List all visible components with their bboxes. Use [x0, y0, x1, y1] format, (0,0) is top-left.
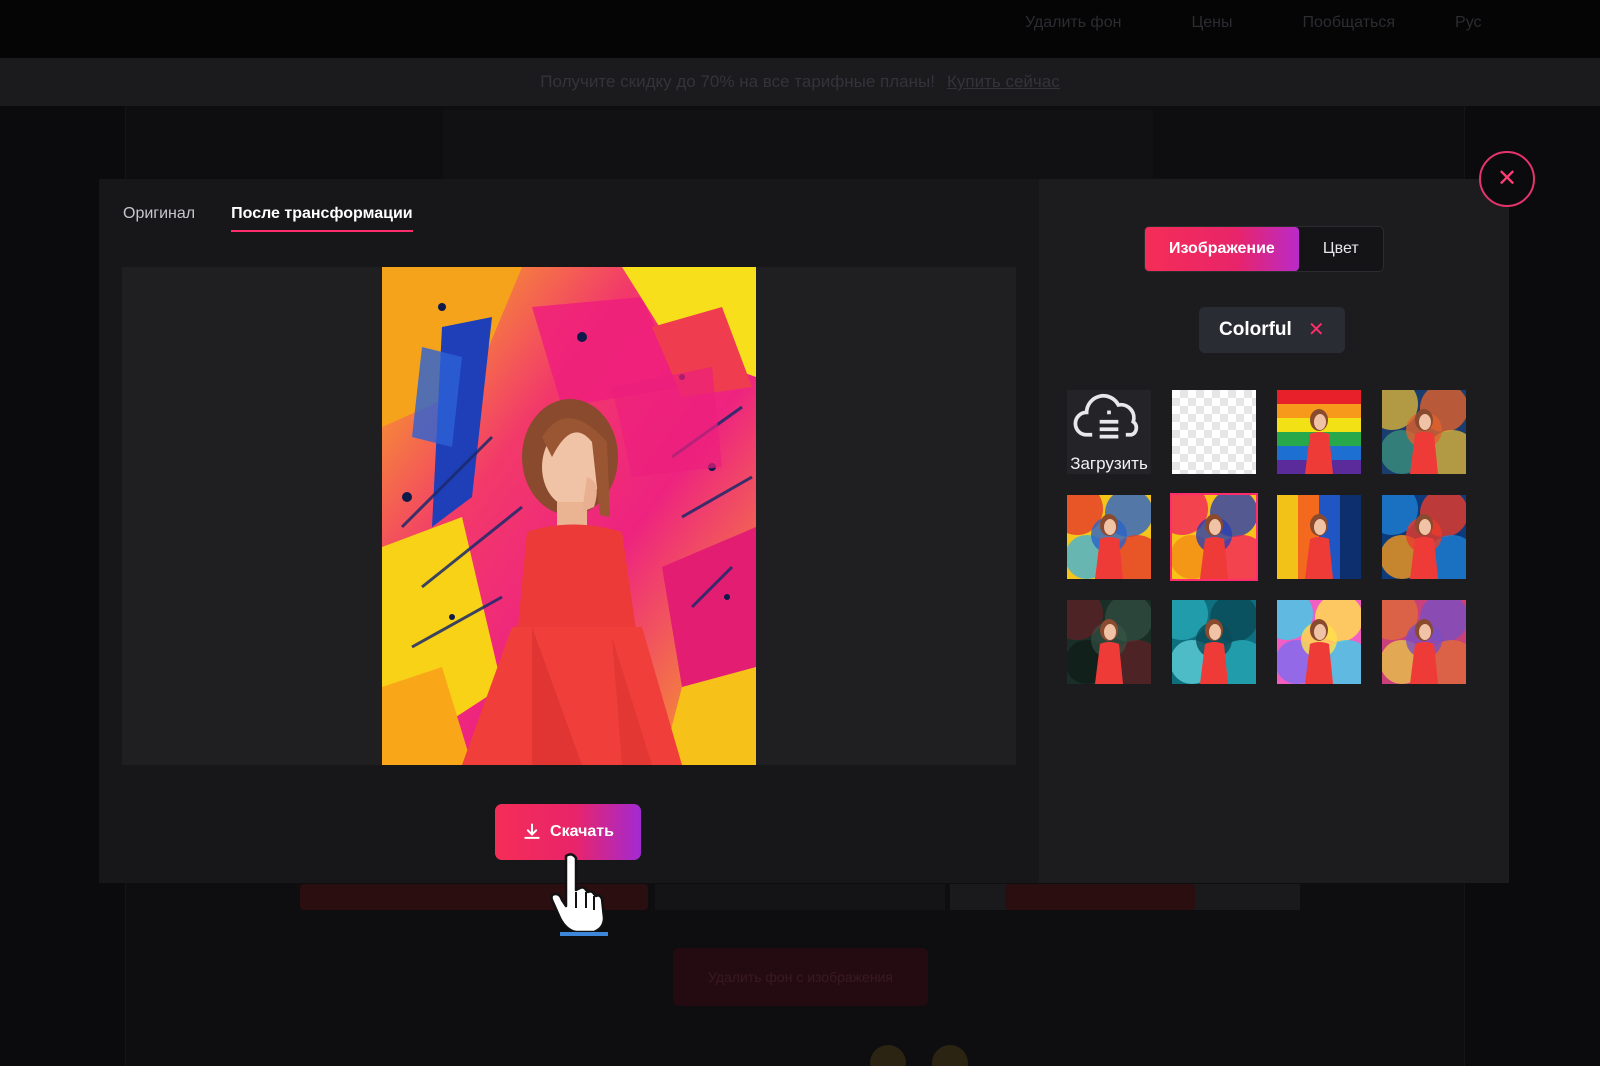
background-thumbnails-grid: Загрузить [1067, 390, 1466, 684]
close-icon: ✕ [1496, 165, 1518, 192]
background-thumbnail[interactable] [1172, 600, 1256, 684]
preview-canvas [122, 267, 1016, 765]
result-modal: Оригинал После трансформации Скачать Изо… [99, 179, 1509, 883]
background-thumbnail[interactable] [1067, 600, 1151, 684]
promo-text: Получите скидку до 70% на все тарифные п… [540, 72, 935, 91]
preview-panel: Оригинал После трансформации Скачать [99, 179, 1039, 883]
thumb-transparent[interactable] [1172, 390, 1256, 474]
background-thumbnail[interactable] [1382, 390, 1466, 474]
background-thumbnail[interactable] [1382, 495, 1466, 579]
bg-nav-item: Удалить фон [1025, 14, 1122, 31]
close-icon[interactable]: ✕ [1308, 320, 1325, 340]
background-thumbnail[interactable] [1277, 600, 1361, 684]
background-strip [655, 884, 945, 910]
filter-chip-label: Colorful [1219, 319, 1292, 340]
bg-nav-item: Пообщаться [1302, 14, 1396, 31]
background-options-panel: Изображение Цвет Colorful ✕ Загрузить [1039, 179, 1509, 883]
download-icon [524, 823, 540, 839]
background-dots [870, 1045, 968, 1066]
segment-image[interactable]: Изображение [1145, 227, 1299, 271]
category-filter-chip: Colorful ✕ [1199, 307, 1345, 353]
background-thumbnail[interactable] [1382, 600, 1466, 684]
close-modal-button[interactable]: ✕ [1479, 151, 1535, 207]
download-button[interactable]: Скачать [495, 804, 641, 860]
background-upload-card [443, 110, 1153, 180]
bg-nav-language: Рус [1455, 14, 1482, 31]
background-thumbnail[interactable] [1277, 495, 1361, 579]
segment-color[interactable]: Цвет [1299, 227, 1383, 271]
background-cta: Удалить фон с изображения [673, 948, 928, 1006]
upload-label: Загрузить [1070, 454, 1148, 473]
background-strip [950, 884, 1300, 910]
tab-after-transformation[interactable]: После трансформации [231, 205, 413, 232]
background-top-bar: Удалить фон Цены Пообщаться Рус [0, 0, 1600, 58]
background-nav: Удалить фон Цены Пообщаться Рус [1025, 14, 1482, 32]
background-thumbnail[interactable] [1277, 390, 1361, 474]
view-tabs: Оригинал После трансформации [123, 205, 413, 232]
download-label: Скачать [550, 823, 614, 840]
background-strip [300, 884, 648, 910]
upload-background-button[interactable]: Загрузить [1067, 390, 1151, 474]
background-thumbnail[interactable] [1067, 495, 1151, 579]
background-promo-banner: Получите скидку до 70% на все тарифные п… [0, 58, 1600, 106]
tab-original[interactable]: Оригинал [123, 205, 195, 232]
background-type-toggle: Изображение Цвет [1144, 226, 1384, 272]
result-image [382, 267, 756, 765]
background-thumbnail[interactable] [1170, 493, 1258, 581]
cloud-upload-icon [1073, 393, 1139, 439]
bg-nav-item: Цены [1191, 14, 1233, 31]
promo-link: Купить сейчас [946, 72, 1060, 91]
